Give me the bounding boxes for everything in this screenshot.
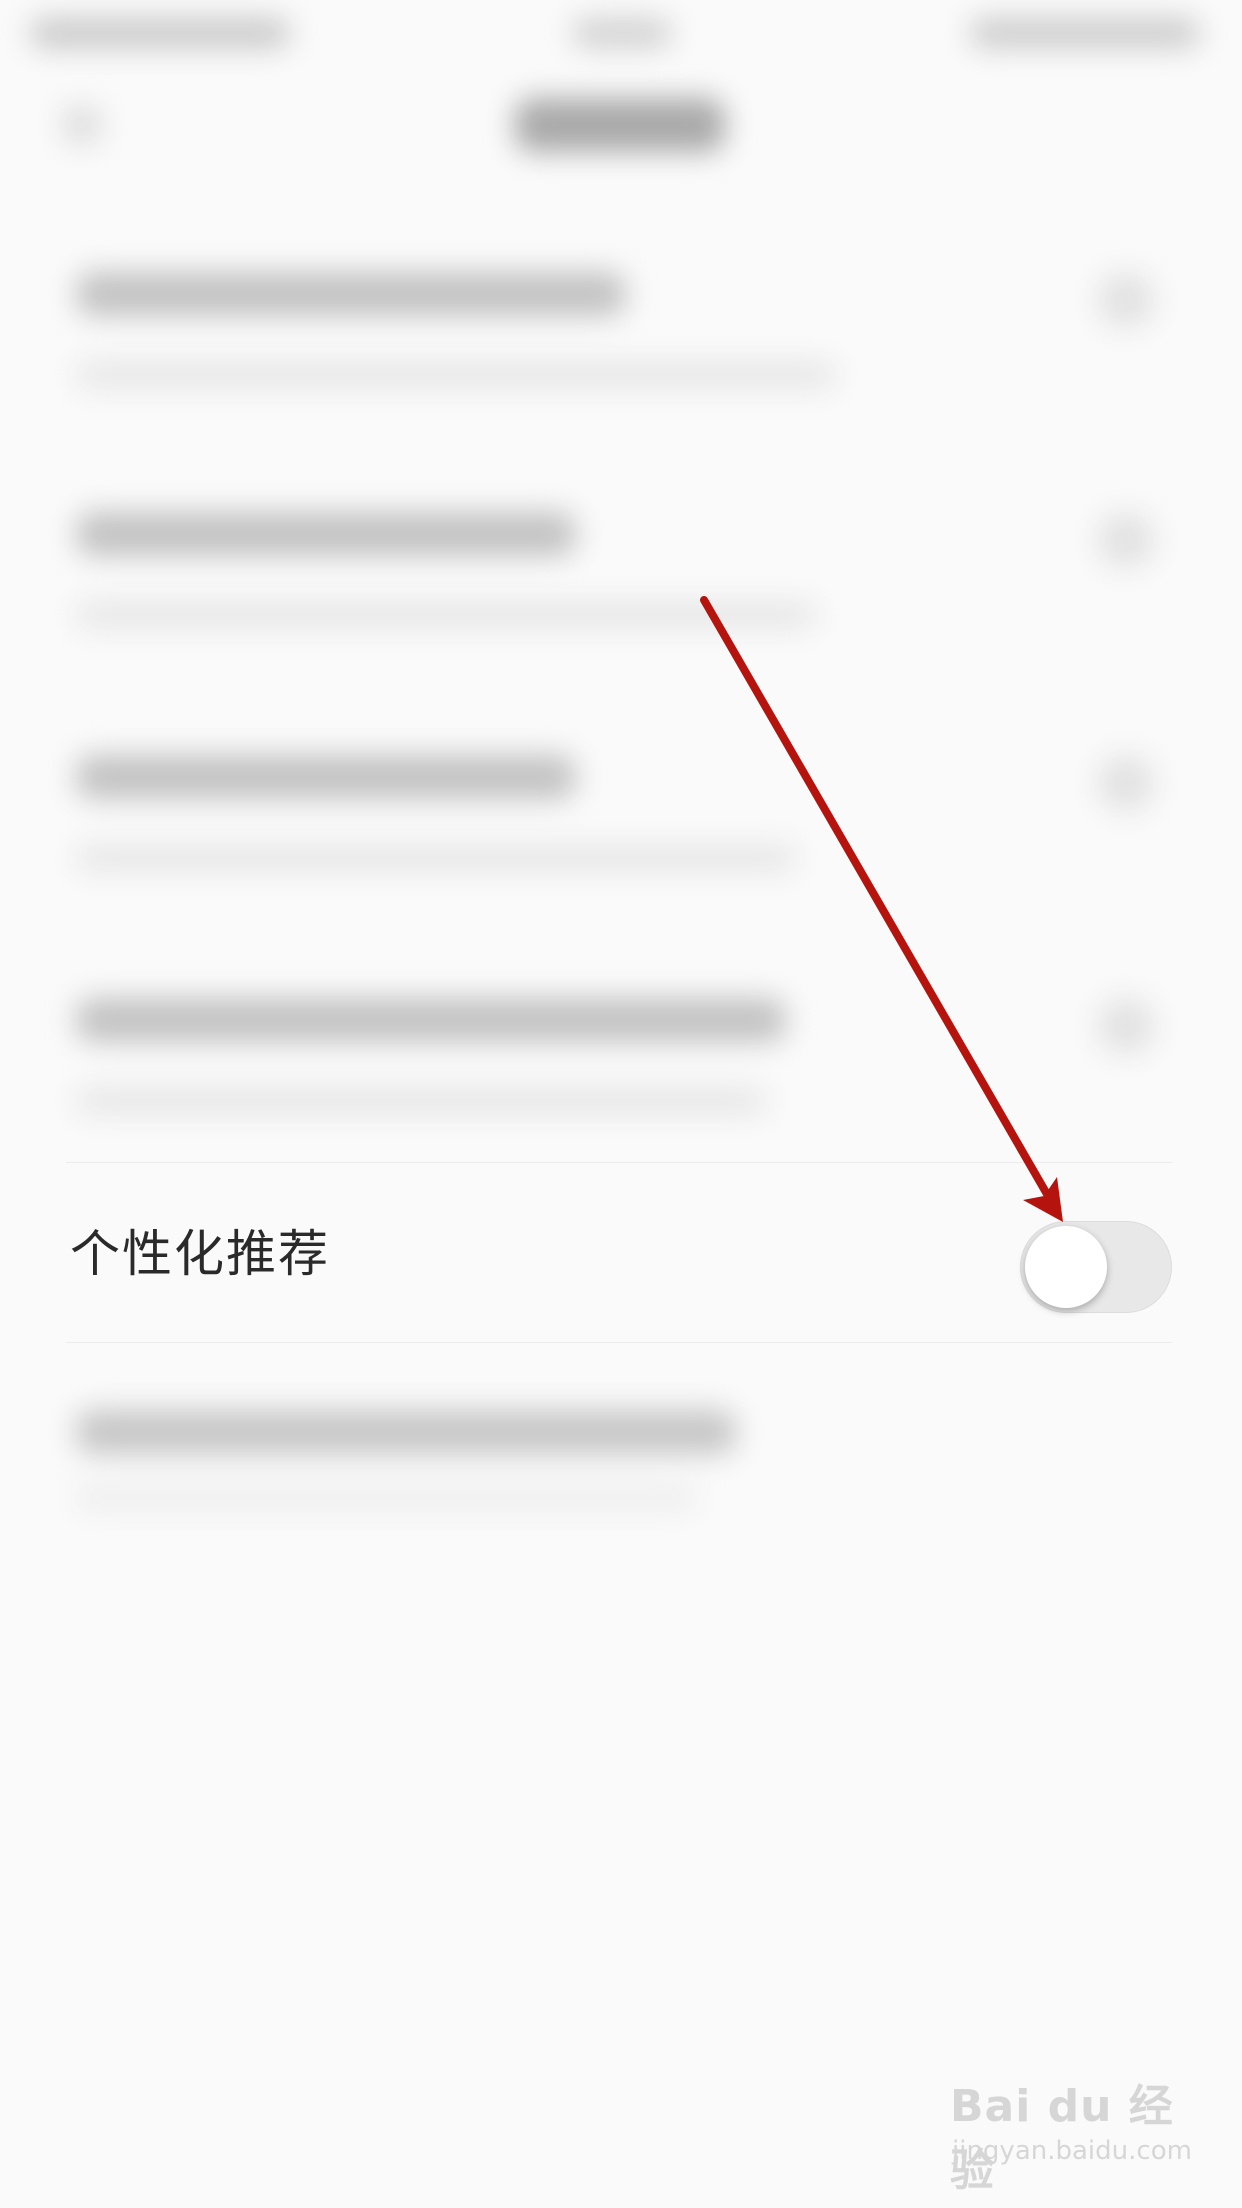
status-bar-right-blurred xyxy=(970,18,1200,48)
item-title-blurred xyxy=(76,272,626,316)
toggle-knob[interactable] xyxy=(1025,1226,1107,1308)
personalized-recommendation-toggle[interactable] xyxy=(1020,1221,1172,1313)
item-chevron-icon xyxy=(1098,755,1154,811)
item-title-blurred xyxy=(76,512,576,556)
item-chevron-icon xyxy=(1098,272,1154,328)
item-subtitle-blurred xyxy=(76,845,796,871)
item-chevron-icon xyxy=(1098,998,1154,1054)
settings-screen: 个性化推荐 Bai du 经验 jingyan.baidu.com xyxy=(0,0,1242,2208)
item-subtitle-blurred xyxy=(76,602,816,628)
item-chevron-icon xyxy=(1098,512,1154,568)
personalized-recommendation-label: 个性化推荐 xyxy=(70,1225,330,1283)
item-title-blurred xyxy=(76,755,576,799)
back-icon[interactable] xyxy=(62,105,102,145)
item-subtitle-blurred xyxy=(76,1088,766,1114)
watermark-brand: Bai du 经验 xyxy=(950,2081,1174,2196)
baidu-jingyan-watermark: Bai du 经验 jingyan.baidu.com xyxy=(950,2070,1210,2196)
row-divider-bottom xyxy=(66,1342,1172,1343)
row-divider-top xyxy=(66,1162,1172,1163)
footer-note-sub-blurred xyxy=(76,1486,696,1508)
footer-note-blurred xyxy=(76,1410,736,1454)
item-subtitle-blurred xyxy=(76,362,836,388)
status-bar-clock-blurred xyxy=(572,18,672,48)
status-bar-left-blurred xyxy=(30,18,290,48)
watermark-url: jingyan.baidu.com xyxy=(952,2136,1192,2166)
item-title-blurred xyxy=(76,998,786,1042)
page-title-blurred xyxy=(515,98,725,152)
